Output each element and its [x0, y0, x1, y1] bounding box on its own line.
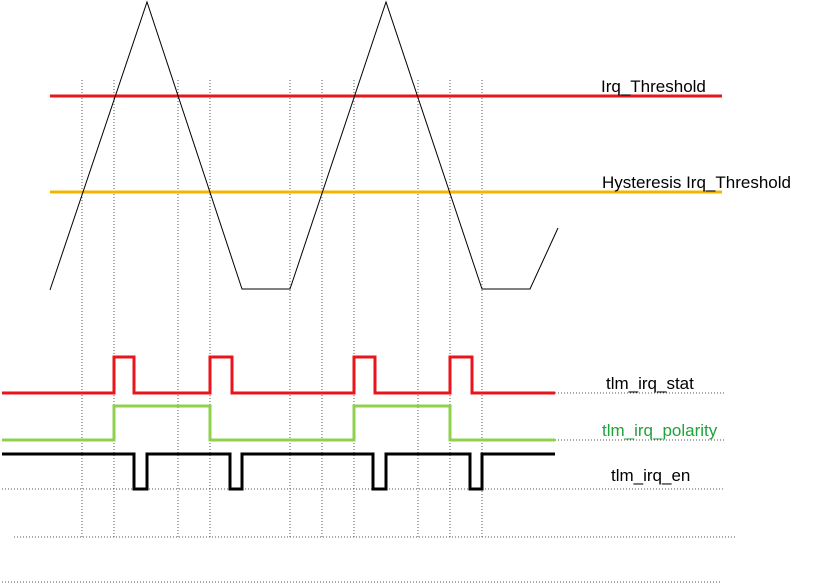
irq-stat-label: tlm_irq_stat [606, 374, 694, 393]
timing-diagram: Irq_Threshold Hysteresis Irq_Threshold t… [0, 0, 828, 585]
vertical-guide-lines [81, 80, 483, 537]
irq-stat-waveform [2, 355, 555, 395]
irq-threshold-label: Irq_Threshold [601, 77, 706, 96]
hysteresis-threshold-label: Hysteresis Irq_Threshold [602, 173, 791, 192]
irq-en-waveform [2, 452, 555, 491]
irq-en-label: tlm_irq_en [611, 466, 691, 485]
irq-polarity-waveform [2, 404, 555, 442]
irq-polarity-label: tlm_irq_polarity [602, 421, 718, 440]
